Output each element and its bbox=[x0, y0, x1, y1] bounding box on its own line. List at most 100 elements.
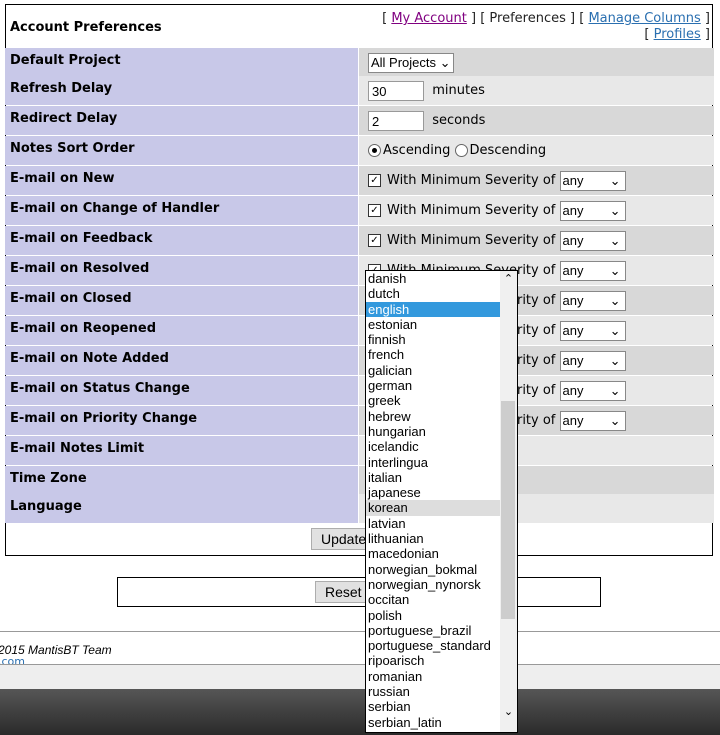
pref-label: Language bbox=[5, 494, 358, 523]
severity-select[interactable]: any ⌄ bbox=[559, 320, 626, 341]
language-option[interactable]: icelandic bbox=[366, 439, 500, 454]
pref-row: Notes Sort Order Ascending Descending bbox=[5, 136, 714, 165]
pref-value: Ascending Descending bbox=[359, 136, 714, 165]
pref-value: ✓ With Minimum Severity of any ⌄ bbox=[359, 196, 714, 225]
dropdown-scrollbar[interactable]: ⌃ ⌄ bbox=[500, 271, 517, 732]
email-checkbox[interactable]: ✓ bbox=[368, 174, 381, 187]
language-option[interactable]: macedonian bbox=[366, 546, 500, 561]
language-option[interactable]: dutch bbox=[366, 286, 500, 301]
select-value: any bbox=[562, 322, 584, 338]
pref-label: E-mail on Reopened bbox=[5, 316, 358, 345]
pref-label: E-mail on Closed bbox=[5, 286, 358, 315]
severity-select[interactable]: any ⌄ bbox=[559, 170, 626, 191]
language-option[interactable]: norwegian_bokmal bbox=[366, 562, 500, 577]
nav-my-account[interactable]: My Account bbox=[391, 11, 467, 26]
radio-label: Ascending bbox=[383, 143, 451, 158]
language-option[interactable]: german bbox=[366, 378, 500, 393]
severity-select[interactable]: any ⌄ bbox=[559, 350, 626, 371]
chevron-down-icon: ⌄ bbox=[609, 172, 621, 188]
scroll-thumb[interactable] bbox=[501, 401, 515, 619]
severity-select[interactable]: any ⌄ bbox=[559, 200, 626, 221]
pref-label: E-mail on New bbox=[5, 166, 358, 195]
pref-label: Default Project bbox=[5, 48, 358, 77]
language-option[interactable]: italian bbox=[366, 470, 500, 485]
delay-input[interactable]: 2 bbox=[368, 110, 424, 131]
language-option[interactable]: hungarian bbox=[366, 424, 500, 439]
chevron-down-icon: ⌄ bbox=[439, 54, 451, 70]
email-checkbox[interactable]: ✓ bbox=[368, 234, 381, 247]
pref-row: E-mail on Note Added✓With Minimum Severi… bbox=[5, 346, 714, 375]
select-value: All Projects bbox=[371, 54, 437, 70]
nav-preferences: Preferences bbox=[489, 11, 566, 26]
nav-manage-columns[interactable]: Manage Columns bbox=[588, 11, 700, 26]
language-option[interactable]: romanian bbox=[366, 669, 500, 684]
pref-row: E-mail Notes Limit bbox=[5, 436, 714, 465]
language-option[interactable]: russian bbox=[366, 684, 500, 699]
severity-select[interactable]: any ⌄ bbox=[559, 380, 626, 401]
severity-select[interactable]: any ⌄ bbox=[559, 410, 626, 431]
pref-row: E-mail on Reopened✓With Minimum Severity… bbox=[5, 316, 714, 345]
default-project-select[interactable]: All Projects ⌄ bbox=[368, 52, 454, 73]
select-value: any bbox=[562, 352, 584, 368]
pref-label: E-mail on Status Change bbox=[5, 376, 358, 405]
reset-button[interactable]: Reset bbox=[315, 581, 372, 603]
language-option[interactable]: greek bbox=[366, 393, 500, 408]
language-option[interactable]: estonian bbox=[366, 317, 500, 332]
severity-select[interactable]: any ⌄ bbox=[559, 260, 626, 281]
language-option[interactable]: polish bbox=[366, 608, 500, 623]
unit-label: minutes bbox=[432, 83, 485, 98]
language-option[interactable]: lithuanian bbox=[366, 531, 500, 546]
language-option[interactable]: hebrew bbox=[366, 409, 500, 424]
pref-row: Refresh Delay 30 minutes bbox=[5, 76, 714, 105]
language-option[interactable]: latvian bbox=[366, 516, 500, 531]
pref-row: Time Zone bbox=[5, 466, 714, 495]
page-title: Account Preferences bbox=[10, 20, 162, 35]
language-option[interactable]: occitan bbox=[366, 592, 500, 607]
pref-label: E-mail on Change of Handler bbox=[5, 196, 358, 225]
severity-label: With Minimum Severity of bbox=[387, 233, 556, 248]
radio-label: Descending bbox=[469, 143, 547, 158]
pref-row: E-mail on Resolved✓With Minimum Severity… bbox=[5, 256, 714, 285]
language-option[interactable]: korean bbox=[366, 500, 500, 516]
radio-descending[interactable] bbox=[454, 144, 468, 157]
footer-divider bbox=[0, 631, 720, 632]
pref-row: Redirect Delay 2 seconds bbox=[5, 106, 714, 135]
pref-label: E-mail on Resolved bbox=[5, 256, 358, 285]
language-option[interactable]: portuguese_brazil bbox=[366, 623, 500, 638]
severity-select[interactable]: any ⌄ bbox=[559, 290, 626, 311]
severity-select[interactable]: any ⌄ bbox=[559, 230, 626, 251]
pref-row: E-mail on Priority Change✓With Minimum S… bbox=[5, 406, 714, 435]
language-option[interactable]: interlingua bbox=[366, 455, 500, 470]
language-option[interactable]: portuguese_standard bbox=[366, 638, 500, 653]
pref-row: E-mail on Status Change✓With Minimum Sev… bbox=[5, 376, 714, 405]
pref-label: E-mail on Priority Change bbox=[5, 406, 358, 435]
severity-label: With Minimum Severity of bbox=[387, 173, 556, 188]
radio-ascending[interactable] bbox=[368, 144, 381, 157]
scroll-down-icon[interactable]: ⌄ bbox=[500, 705, 517, 718]
select-value: any bbox=[562, 262, 584, 278]
pref-row: E-mail on Feedback ✓ With Minimum Severity… bbox=[5, 226, 714, 255]
footer-link[interactable]: .com bbox=[0, 655, 25, 664]
account-nav: [ My Account ] [ Preferences ] [ Manage … bbox=[382, 11, 710, 42]
chevron-down-icon: ⌄ bbox=[609, 382, 621, 398]
select-value: any bbox=[562, 172, 584, 188]
pref-row: Default Project All Projects ⌄ bbox=[5, 48, 714, 77]
language-option[interactable]: japanese bbox=[366, 485, 500, 500]
select-value: any bbox=[562, 202, 584, 218]
language-option[interactable]: ripoarisch bbox=[366, 653, 500, 668]
language-option[interactable]: galician bbox=[366, 363, 500, 378]
language-option[interactable]: serbian_latin bbox=[366, 715, 500, 730]
language-option[interactable]: norwegian_nynorsk bbox=[366, 577, 500, 592]
language-dropdown-list[interactable]: danish dutch english estonian finnish french g… bbox=[365, 270, 518, 733]
scroll-up-icon[interactable]: ⌃ bbox=[500, 271, 517, 287]
language-option[interactable]: danish bbox=[366, 271, 500, 286]
pref-row: E-mail on New ✓ With Minimum Severity of a… bbox=[5, 166, 714, 195]
language-option[interactable]: serbian bbox=[366, 699, 500, 714]
language-option[interactable]: finnish bbox=[366, 332, 500, 347]
chevron-down-icon: ⌄ bbox=[609, 352, 621, 368]
language-option[interactable]: english bbox=[366, 301, 500, 317]
nav-profiles[interactable]: Profiles bbox=[654, 27, 701, 42]
email-checkbox[interactable]: ✓ bbox=[368, 204, 381, 217]
delay-input[interactable]: 30 bbox=[368, 80, 424, 101]
language-option[interactable]: french bbox=[366, 347, 500, 362]
